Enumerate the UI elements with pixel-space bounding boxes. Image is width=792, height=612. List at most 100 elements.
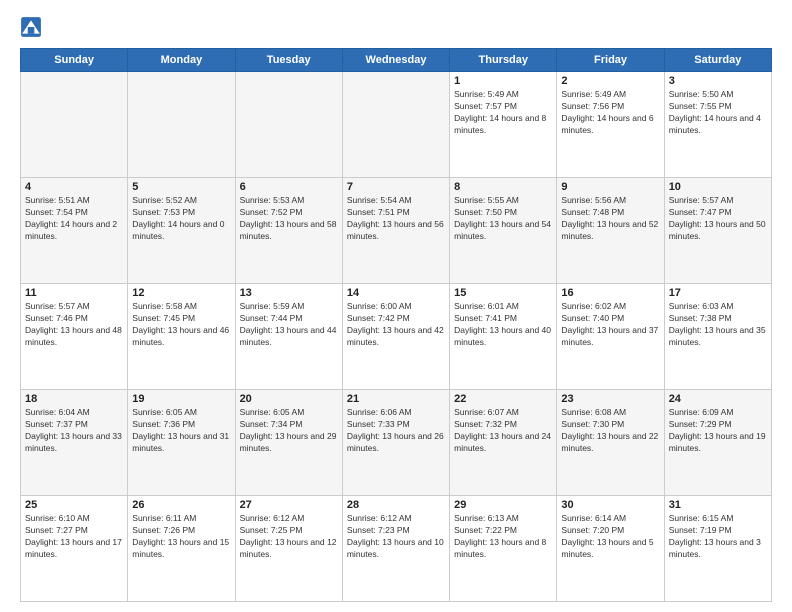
logo-icon	[20, 16, 42, 38]
day-info: Sunrise: 5:57 AM Sunset: 7:46 PM Dayligh…	[25, 301, 123, 349]
calendar-cell: 30 Sunrise: 6:14 AM Sunset: 7:20 PM Dayl…	[557, 496, 664, 602]
calendar-cell: 3 Sunrise: 5:50 AM Sunset: 7:55 PM Dayli…	[664, 72, 771, 178]
daylight-label: Daylight: 14 hours and 8 minutes.	[454, 113, 546, 135]
daylight-label: Daylight: 13 hours and 37 minutes.	[561, 325, 658, 347]
day-info: Sunrise: 5:52 AM Sunset: 7:53 PM Dayligh…	[132, 195, 230, 243]
day-info: Sunrise: 6:05 AM Sunset: 7:34 PM Dayligh…	[240, 407, 338, 455]
calendar-week-1: 1 Sunrise: 5:49 AM Sunset: 7:57 PM Dayli…	[21, 72, 772, 178]
sunset-label: Sunset: 7:37 PM	[25, 419, 88, 429]
day-info: Sunrise: 5:49 AM Sunset: 7:57 PM Dayligh…	[454, 89, 552, 137]
day-info: Sunrise: 6:13 AM Sunset: 7:22 PM Dayligh…	[454, 513, 552, 561]
day-info: Sunrise: 6:04 AM Sunset: 7:37 PM Dayligh…	[25, 407, 123, 455]
sunrise-label: Sunrise: 6:05 AM	[240, 407, 305, 417]
daylight-label: Daylight: 13 hours and 12 minutes.	[240, 537, 337, 559]
day-info: Sunrise: 5:59 AM Sunset: 7:44 PM Dayligh…	[240, 301, 338, 349]
calendar-cell: 7 Sunrise: 5:54 AM Sunset: 7:51 PM Dayli…	[342, 178, 449, 284]
sunrise-label: Sunrise: 5:49 AM	[561, 89, 626, 99]
sunrise-label: Sunrise: 5:55 AM	[454, 195, 519, 205]
calendar-week-3: 11 Sunrise: 5:57 AM Sunset: 7:46 PM Dayl…	[21, 284, 772, 390]
calendar-cell: 6 Sunrise: 5:53 AM Sunset: 7:52 PM Dayli…	[235, 178, 342, 284]
daylight-label: Daylight: 13 hours and 3 minutes.	[669, 537, 761, 559]
day-number: 30	[561, 499, 659, 511]
calendar-cell: 27 Sunrise: 6:12 AM Sunset: 7:25 PM Dayl…	[235, 496, 342, 602]
day-number: 22	[454, 393, 552, 405]
day-number: 26	[132, 499, 230, 511]
calendar-cell: 26 Sunrise: 6:11 AM Sunset: 7:26 PM Dayl…	[128, 496, 235, 602]
daylight-label: Daylight: 13 hours and 22 minutes.	[561, 431, 658, 453]
day-number: 28	[347, 499, 445, 511]
day-info: Sunrise: 6:12 AM Sunset: 7:23 PM Dayligh…	[347, 513, 445, 561]
daylight-label: Daylight: 13 hours and 48 minutes.	[25, 325, 122, 347]
weekday-header-tuesday: Tuesday	[235, 49, 342, 72]
page: SundayMondayTuesdayWednesdayThursdayFrid…	[0, 0, 792, 612]
weekday-header-sunday: Sunday	[21, 49, 128, 72]
sunset-label: Sunset: 7:20 PM	[561, 525, 624, 535]
sunset-label: Sunset: 7:46 PM	[25, 313, 88, 323]
sunrise-label: Sunrise: 6:09 AM	[669, 407, 734, 417]
day-number: 5	[132, 181, 230, 193]
daylight-label: Daylight: 13 hours and 33 minutes.	[25, 431, 122, 453]
daylight-label: Daylight: 13 hours and 15 minutes.	[132, 537, 229, 559]
day-info: Sunrise: 6:09 AM Sunset: 7:29 PM Dayligh…	[669, 407, 767, 455]
sunset-label: Sunset: 7:27 PM	[25, 525, 88, 535]
day-number: 21	[347, 393, 445, 405]
sunrise-label: Sunrise: 5:54 AM	[347, 195, 412, 205]
calendar-week-4: 18 Sunrise: 6:04 AM Sunset: 7:37 PM Dayl…	[21, 390, 772, 496]
daylight-label: Daylight: 13 hours and 17 minutes.	[25, 537, 122, 559]
day-info: Sunrise: 5:55 AM Sunset: 7:50 PM Dayligh…	[454, 195, 552, 243]
daylight-label: Daylight: 13 hours and 29 minutes.	[240, 431, 337, 453]
calendar-cell: 23 Sunrise: 6:08 AM Sunset: 7:30 PM Dayl…	[557, 390, 664, 496]
daylight-label: Daylight: 13 hours and 52 minutes.	[561, 219, 658, 241]
sunset-label: Sunset: 7:25 PM	[240, 525, 303, 535]
calendar-cell: 15 Sunrise: 6:01 AM Sunset: 7:41 PM Dayl…	[450, 284, 557, 390]
day-number: 25	[25, 499, 123, 511]
calendar-cell	[21, 72, 128, 178]
daylight-label: Daylight: 13 hours and 44 minutes.	[240, 325, 337, 347]
daylight-label: Daylight: 13 hours and 24 minutes.	[454, 431, 551, 453]
calendar-cell: 18 Sunrise: 6:04 AM Sunset: 7:37 PM Dayl…	[21, 390, 128, 496]
daylight-label: Daylight: 13 hours and 26 minutes.	[347, 431, 444, 453]
day-info: Sunrise: 6:05 AM Sunset: 7:36 PM Dayligh…	[132, 407, 230, 455]
calendar-cell: 14 Sunrise: 6:00 AM Sunset: 7:42 PM Dayl…	[342, 284, 449, 390]
calendar-cell: 11 Sunrise: 5:57 AM Sunset: 7:46 PM Dayl…	[21, 284, 128, 390]
calendar-cell: 4 Sunrise: 5:51 AM Sunset: 7:54 PM Dayli…	[21, 178, 128, 284]
calendar-cell: 20 Sunrise: 6:05 AM Sunset: 7:34 PM Dayl…	[235, 390, 342, 496]
sunset-label: Sunset: 7:26 PM	[132, 525, 195, 535]
day-number: 31	[669, 499, 767, 511]
sunrise-label: Sunrise: 6:12 AM	[240, 513, 305, 523]
calendar-cell: 21 Sunrise: 6:06 AM Sunset: 7:33 PM Dayl…	[342, 390, 449, 496]
daylight-label: Daylight: 14 hours and 2 minutes.	[25, 219, 117, 241]
sunrise-label: Sunrise: 6:02 AM	[561, 301, 626, 311]
day-info: Sunrise: 6:00 AM Sunset: 7:42 PM Dayligh…	[347, 301, 445, 349]
calendar-cell: 8 Sunrise: 5:55 AM Sunset: 7:50 PM Dayli…	[450, 178, 557, 284]
daylight-label: Daylight: 14 hours and 6 minutes.	[561, 113, 653, 135]
calendar-cell: 24 Sunrise: 6:09 AM Sunset: 7:29 PM Dayl…	[664, 390, 771, 496]
sunset-label: Sunset: 7:29 PM	[669, 419, 732, 429]
day-info: Sunrise: 5:57 AM Sunset: 7:47 PM Dayligh…	[669, 195, 767, 243]
weekday-header-saturday: Saturday	[664, 49, 771, 72]
sunset-label: Sunset: 7:23 PM	[347, 525, 410, 535]
sunrise-label: Sunrise: 6:14 AM	[561, 513, 626, 523]
sunset-label: Sunset: 7:51 PM	[347, 207, 410, 217]
day-info: Sunrise: 6:01 AM Sunset: 7:41 PM Dayligh…	[454, 301, 552, 349]
day-number: 27	[240, 499, 338, 511]
day-info: Sunrise: 6:07 AM Sunset: 7:32 PM Dayligh…	[454, 407, 552, 455]
weekday-header-row: SundayMondayTuesdayWednesdayThursdayFrid…	[21, 49, 772, 72]
sunset-label: Sunset: 7:33 PM	[347, 419, 410, 429]
calendar-cell: 13 Sunrise: 5:59 AM Sunset: 7:44 PM Dayl…	[235, 284, 342, 390]
daylight-label: Daylight: 13 hours and 8 minutes.	[454, 537, 546, 559]
calendar-cell: 16 Sunrise: 6:02 AM Sunset: 7:40 PM Dayl…	[557, 284, 664, 390]
sunset-label: Sunset: 7:36 PM	[132, 419, 195, 429]
day-info: Sunrise: 5:51 AM Sunset: 7:54 PM Dayligh…	[25, 195, 123, 243]
sunrise-label: Sunrise: 5:52 AM	[132, 195, 197, 205]
day-number: 14	[347, 287, 445, 299]
sunrise-label: Sunrise: 5:59 AM	[240, 301, 305, 311]
header	[20, 16, 772, 38]
day-number: 23	[561, 393, 659, 405]
calendar-cell: 1 Sunrise: 5:49 AM Sunset: 7:57 PM Dayli…	[450, 72, 557, 178]
calendar-cell	[128, 72, 235, 178]
sunset-label: Sunset: 7:45 PM	[132, 313, 195, 323]
day-info: Sunrise: 5:53 AM Sunset: 7:52 PM Dayligh…	[240, 195, 338, 243]
sunrise-label: Sunrise: 6:04 AM	[25, 407, 90, 417]
day-info: Sunrise: 6:15 AM Sunset: 7:19 PM Dayligh…	[669, 513, 767, 561]
